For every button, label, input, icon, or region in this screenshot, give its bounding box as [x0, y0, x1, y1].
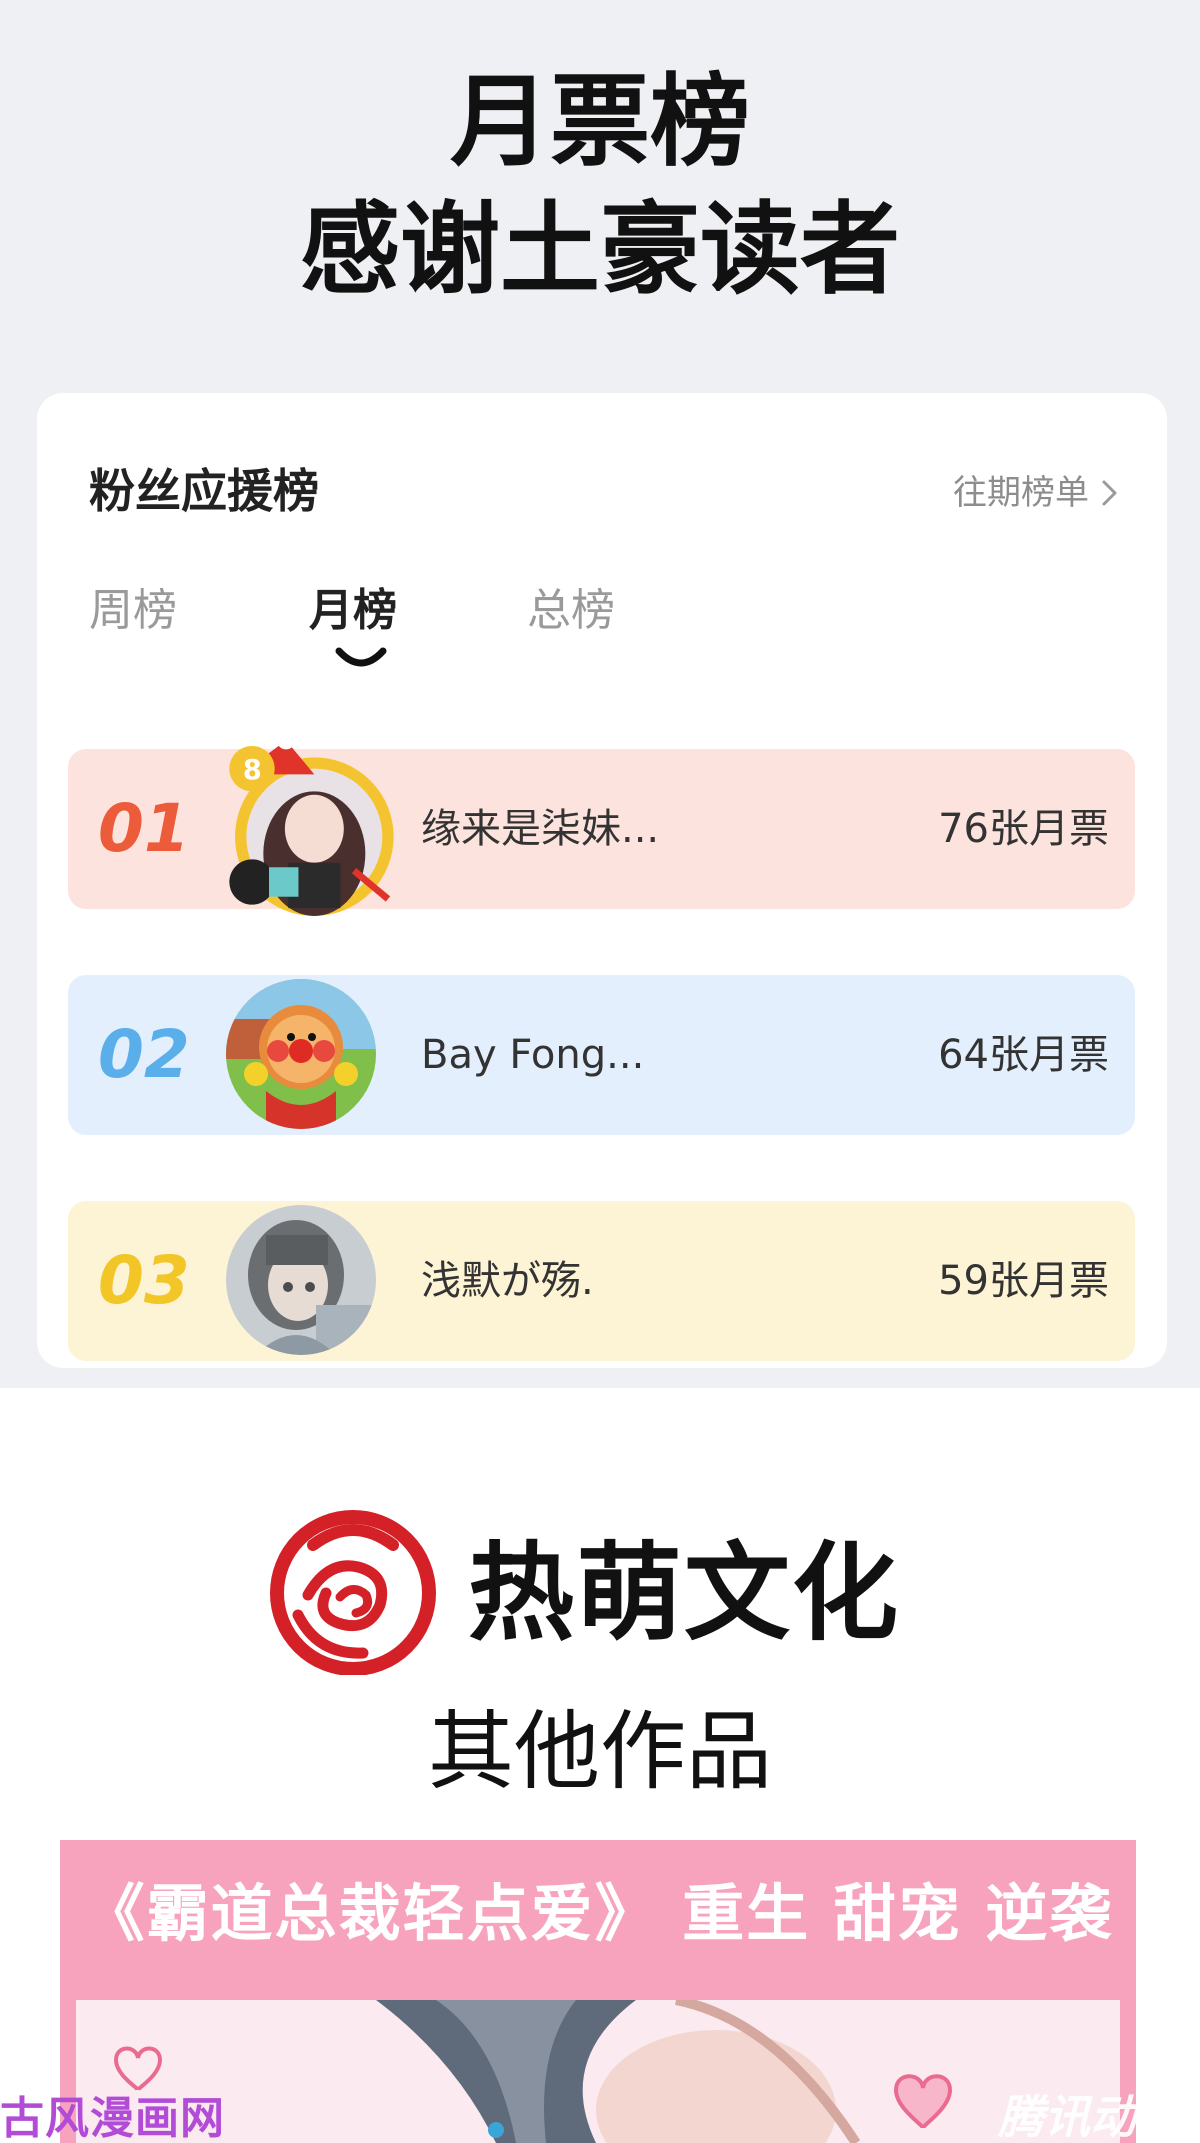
active-tab-indicator	[335, 647, 387, 667]
fan-name: 浅默が殇.	[421, 1258, 594, 1304]
headline-subtitle: 感谢土豪读者	[300, 191, 900, 308]
vote-count: 59张月票	[938, 1258, 1109, 1304]
site-watermark: 古风漫画网	[0, 2093, 225, 2143]
vote-count: 64张月票	[938, 1032, 1109, 1078]
chevron-right-icon	[1102, 480, 1117, 506]
ranking-section: 月票榜 感谢土豪读者 粉丝应援榜 往期榜单 周榜 月榜 总榜 01 8 缘来是柒…	[0, 0, 1200, 1388]
tab-total[interactable]: 总榜	[527, 583, 615, 639]
promo-title: 《霸道总裁轻点爱》 重生 甜宠 逆袭	[82, 1877, 1114, 1950]
rank-row-1[interactable]: 01 8 缘来是柒妹... 76张月票	[68, 731, 1135, 916]
history-link[interactable]: 往期榜单	[953, 471, 1121, 515]
rank-row-2[interactable]: 02 Bay Fong... 64张月票	[68, 975, 1135, 1135]
cartoon-hero-avatar	[226, 979, 376, 1129]
fan-name: 缘来是柒妹...	[421, 806, 660, 852]
history-link-label: 往期榜单	[953, 473, 1089, 513]
other-works-heading: 其他作品	[428, 1702, 772, 1802]
fan-board-card: 粉丝应援榜 往期榜单 周榜 月榜 总榜 01 8 缘来是柒妹... 76张月票 …	[37, 393, 1167, 1368]
svg-text:8: 8	[243, 755, 262, 786]
rose-logo-icon	[270, 1510, 436, 1675]
headline-title: 月票榜	[450, 63, 750, 180]
comic-cover-art	[76, 2000, 1120, 2143]
rank-number: 01	[98, 790, 190, 867]
fan-name: Bay Fong...	[421, 1032, 645, 1078]
vote-count: 76张月票	[938, 806, 1109, 852]
fan-board-title: 粉丝应援榜	[89, 464, 319, 518]
platform-watermark: 腾讯动漫	[998, 2090, 1182, 2143]
tab-monthly[interactable]: 月榜	[309, 583, 397, 639]
rank-row-3[interactable]: 03 浅默が殇. 59张月票	[68, 1201, 1135, 1361]
tab-weekly[interactable]: 周榜	[89, 583, 177, 639]
rank-number: 03	[98, 1242, 190, 1319]
anime-boy-avatar	[226, 1205, 376, 1355]
rank-number: 02	[98, 1016, 190, 1093]
brand-name: 热萌文化	[468, 1532, 900, 1655]
anime-girl-avatar: 8	[229, 731, 394, 916]
